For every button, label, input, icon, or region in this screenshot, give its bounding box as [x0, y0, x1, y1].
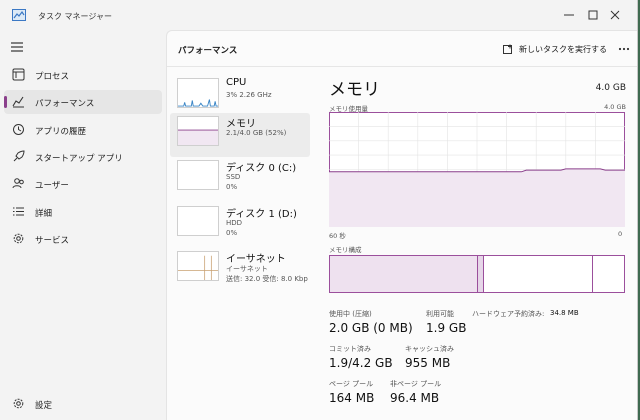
device-name: ディスク 1 (D:)	[226, 209, 297, 220]
nav-label: スタートアップ アプリ	[35, 154, 123, 164]
device-name: メモリ	[226, 119, 256, 130]
memory-composition-bar	[329, 255, 625, 293]
device-stat: 0%	[226, 183, 238, 191]
available-label: 利用可能	[426, 310, 454, 318]
page-title: パフォーマンス	[178, 46, 238, 56]
cached-label: キャッシュ済み	[405, 345, 454, 353]
task-manager-app-icon	[12, 9, 26, 21]
services-gear-icon	[13, 233, 24, 244]
detail-total: 4.0 GB	[595, 83, 626, 93]
device-stat: イーサネット	[226, 265, 268, 273]
device-stat: SSD	[226, 173, 241, 181]
committed-label: コミット済み	[329, 345, 371, 353]
nav-label: ユーザー	[35, 181, 69, 191]
run-task-label: 新しいタスクを実行する	[519, 44, 607, 54]
nonpaged-pool-value: 96.4 MB	[390, 391, 440, 405]
more-horizontal-icon	[618, 47, 630, 51]
usage-chart-max: 4.0 GB	[604, 103, 626, 111]
disk-1-sparkline	[177, 206, 219, 236]
device-stat: 2.1/4.0 GB (52%)	[226, 129, 287, 137]
available-value: 1.9 GB	[426, 321, 467, 335]
disk-0-sparkline	[177, 160, 219, 190]
performance-icon	[12, 96, 24, 108]
nav-label: パフォーマンス	[35, 99, 95, 109]
hamburger-menu-icon[interactable]	[10, 41, 24, 53]
nonpaged-pool-label: 非ページ プール	[390, 380, 442, 388]
memory-usage-area	[329, 168, 625, 227]
details-list-icon	[13, 207, 24, 216]
device-item-disk-0[interactable]: ディスク 0 (C:) SSD 0%	[170, 157, 310, 201]
performance-content: パフォーマンス 新しいタスクを実行する CPU 3% 2.26 GHz メモリ …	[166, 30, 637, 420]
paged-pool-label: ページ プール	[329, 380, 374, 388]
nav-label: サービス	[35, 236, 70, 246]
title-bar[interactable]: タスク マネージャー	[0, 0, 637, 30]
committed-value: 1.9/4.2 GB	[329, 356, 393, 370]
nav-label: 設定	[35, 401, 53, 411]
paged-pool-value: 164 MB	[329, 391, 375, 405]
device-name: CPU	[226, 77, 247, 88]
time-axis-left: 60 秒	[329, 232, 346, 240]
nav-item-app-history[interactable]: アプリの履歴	[4, 118, 162, 142]
device-stat: 送信: 32.0 受信: 8.0 Kbp	[226, 275, 308, 283]
ethernet-sparkline	[177, 251, 219, 281]
device-stat: 0%	[226, 229, 238, 237]
composition-free	[591, 256, 624, 292]
in-use-value: 2.0 GB (0 MB)	[329, 321, 413, 335]
window-title: タスク マネージャー	[38, 12, 112, 21]
startup-icon	[13, 150, 25, 162]
memory-usage-chart	[329, 112, 625, 227]
device-item-ethernet[interactable]: イーサネット イーサネット 送信: 32.0 受信: 8.0 Kbp	[170, 248, 310, 292]
in-use-label: 使用中 (圧縮)	[329, 310, 372, 318]
run-new-task-button[interactable]: 新しいタスクを実行する	[503, 41, 607, 57]
detail-title: メモリ	[329, 80, 380, 100]
device-name: ディスク 0 (C:)	[226, 163, 297, 174]
nav-item-settings[interactable]: 設定	[4, 392, 162, 416]
history-icon	[13, 124, 24, 135]
users-icon	[12, 178, 24, 189]
nav-item-services[interactable]: サービス	[4, 227, 162, 251]
active-indicator	[4, 96, 7, 108]
device-item-disk-1[interactable]: ディスク 1 (D:) HDD 0%	[170, 203, 310, 247]
device-name: イーサネット	[226, 254, 286, 265]
nav-item-startup-apps[interactable]: スタートアップ アプリ	[4, 145, 162, 169]
composition-in-use	[330, 256, 477, 292]
settings-gear-icon	[13, 398, 24, 409]
composition-standby	[482, 256, 592, 292]
nav-label: プロセス	[35, 72, 70, 82]
device-item-memory[interactable]: メモリ 2.1/4.0 GB (52%)	[170, 113, 310, 157]
device-stat: 3% 2.26 GHz	[226, 91, 272, 99]
process-grid-icon	[12, 68, 25, 81]
time-axis-right: 0	[618, 230, 623, 238]
nav-item-processes[interactable]: プロセス	[4, 63, 162, 87]
hw-reserved-label: ハードウェア予約済み:	[472, 310, 545, 318]
nav-item-details[interactable]: 詳細	[4, 200, 162, 224]
memory-sparkline	[177, 116, 219, 146]
header-divider	[167, 66, 637, 67]
navigation-pane: プロセス パフォーマンス アプリの履歴 スタートアップ アプリ ユーザー 詳細 …	[0, 30, 166, 420]
close-button[interactable]	[592, 0, 637, 30]
run-task-icon	[503, 44, 512, 54]
nav-item-users[interactable]: ユーザー	[4, 172, 162, 196]
device-stat: HDD	[226, 219, 243, 227]
cpu-sparkline	[177, 78, 219, 108]
hw-reserved-value: 34.8 MB	[550, 309, 579, 317]
nav-label: アプリの履歴	[35, 127, 87, 137]
more-options-button[interactable]	[615, 41, 633, 57]
composition-label: メモリ構成	[329, 246, 362, 254]
cached-value: 955 MB	[405, 356, 451, 370]
close-icon	[610, 10, 620, 20]
task-manager-window: タスク マネージャー プロセス パフォーマンス アプリの履歴 スタートアップ ア…	[0, 0, 638, 420]
nav-item-performance[interactable]: パフォーマンス	[4, 90, 162, 114]
nav-label: 詳細	[35, 209, 53, 219]
